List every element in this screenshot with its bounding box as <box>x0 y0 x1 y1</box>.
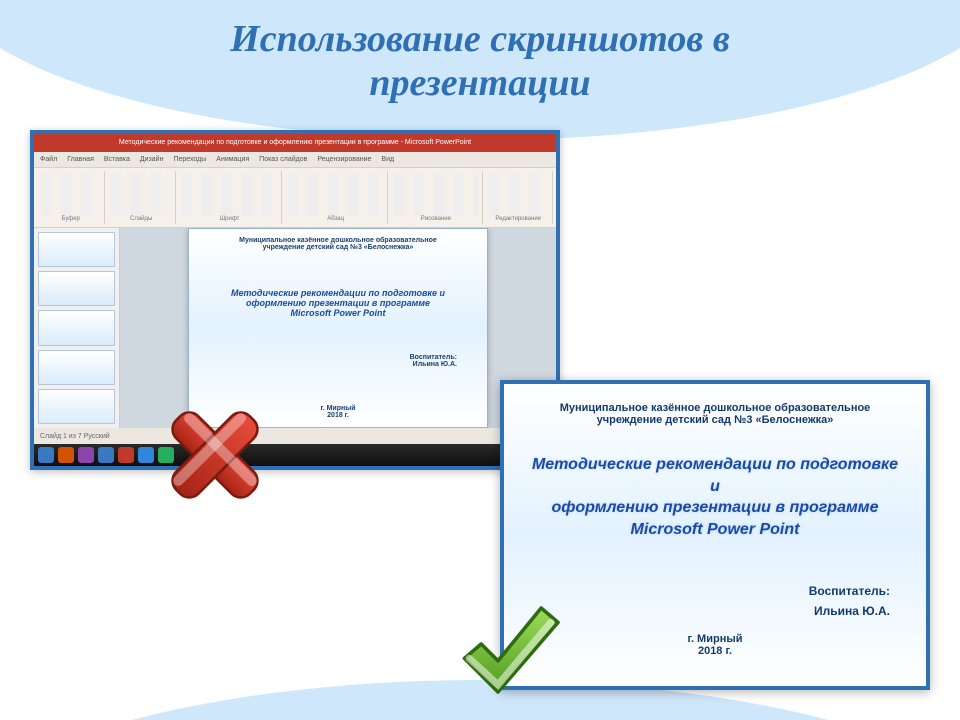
screenshot-bad-example: Методические рекомендации по подготовке … <box>30 130 560 470</box>
tab-show: Показ слайдов <box>259 156 307 163</box>
slide-footer: г. Мирный 2018 г. <box>526 633 904 657</box>
tab-home: Главная <box>67 156 94 163</box>
tab-design: Дизайн <box>140 156 164 163</box>
status-bar: Слайд 1 из 7 Русский <box>34 428 556 444</box>
slide-thumbnails <box>34 228 120 428</box>
cross-icon <box>150 390 280 520</box>
title-line1: Использование скриншотов в <box>230 18 730 60</box>
tab-anim: Анимация <box>216 156 249 163</box>
tab-insert: Вставка <box>104 156 130 163</box>
org-name: Муниципальное казённое дошкольное образо… <box>526 402 904 426</box>
page-title: Использование скриншотов в презентации <box>0 0 960 105</box>
tab-view: Вид <box>381 156 394 163</box>
ribbon-tabs: Файл Главная Вставка Дизайн Переходы Ани… <box>34 152 556 168</box>
check-icon <box>450 596 570 716</box>
ribbon: Буфер Слайды Шрифт Абзац Рисование Редак… <box>34 168 556 228</box>
taskbar <box>34 444 556 466</box>
slide-main-title: Методические рекомендации по подготовке … <box>526 454 904 540</box>
tab-file: Файл <box>40 156 57 163</box>
slide-author: Воспитатель: Ильина Ю.А. <box>526 582 904 620</box>
tab-trans: Переходы <box>173 156 206 163</box>
tab-review: Рецензирование <box>317 156 371 163</box>
title-line2: презентации <box>40 62 920 106</box>
app-titlebar: Методические рекомендации по подготовке … <box>34 134 556 152</box>
